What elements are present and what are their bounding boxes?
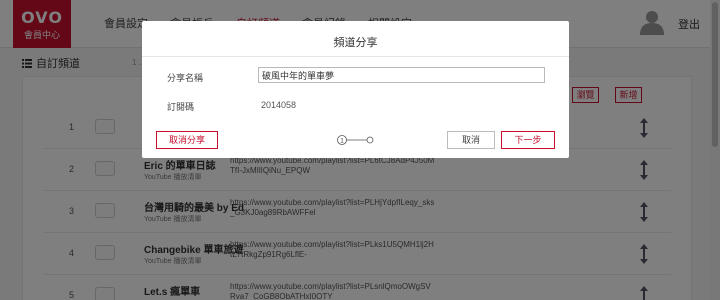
subscription-code-label: 訂閱碼: [167, 102, 195, 112]
cancel-share-button[interactable]: 取消分享: [156, 131, 218, 149]
cancel-button[interactable]: 取消: [447, 131, 495, 149]
share-channel-dialog: 頻道分享 分享名稱 訂閱碼 2014058 取消分享 1 取消 下一步: [142, 21, 569, 158]
dialog-divider: [142, 56, 569, 57]
dialog-title: 頻道分享: [333, 37, 378, 49]
step-indicator: 1: [337, 135, 374, 145]
share-name-label: 分享名稱: [167, 73, 204, 83]
subscription-code-value: 2014058: [261, 100, 297, 110]
next-step-button[interactable]: 下一步: [501, 131, 555, 149]
share-name-input[interactable]: [258, 67, 545, 83]
